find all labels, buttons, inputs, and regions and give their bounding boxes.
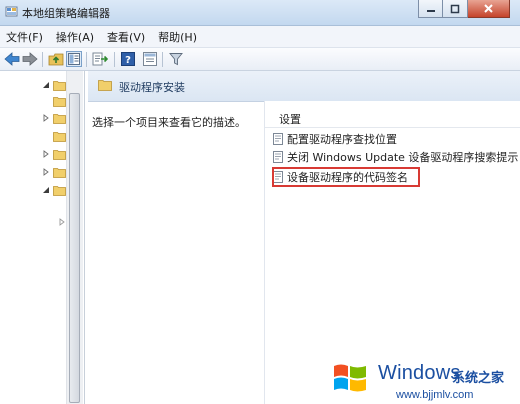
tree-node-selected-parent[interactable] [42,183,66,197]
watermark-brand-cn: 系统之家 [452,371,505,386]
content-header-title: 驱动程序安装 [119,81,185,94]
watermark-url: www.bjjmlv.com [396,389,474,401]
tree-collapsed-arrow-icon[interactable] [42,168,50,176]
folder-icon [53,80,66,91]
tree-node[interactable] [53,94,66,108]
folder-icon [53,96,66,107]
toolbar-separator [162,52,163,67]
properties-button[interactable] [142,51,158,67]
annotation-highlight-box [272,167,420,187]
toolbar-separator [86,52,87,67]
show-hide-tree-icon [68,53,80,65]
up-folder-icon [48,53,64,66]
list-item[interactable]: 配置驱动程序查找位置 [273,131,397,147]
window-controls [418,0,510,19]
folder-icon [53,149,66,160]
maximize-button[interactable] [443,0,468,18]
tree-node[interactable] [42,147,66,161]
window-title: 本地组策略编辑器 [22,7,110,20]
forward-button[interactable] [22,51,38,67]
tree-collapsed-arrow-icon[interactable] [58,218,66,226]
back-button[interactable] [4,51,20,67]
help-icon: ? [121,52,135,66]
policy-setting-icon [273,151,283,163]
description-text: 选择一个项目来查看它的描述。 [92,116,246,129]
watermark: Windows 系统之家 www.bjjmlv.com [330,356,520,404]
content-header: 驱动程序安装 [88,71,520,102]
tree-node[interactable] [42,111,66,125]
forward-arrow-icon [22,52,38,66]
scrollbar-thumb[interactable] [69,93,80,403]
column-header-label: 设置 [279,113,301,126]
back-arrow-icon [4,52,20,66]
tree-collapsed-arrow-icon[interactable] [42,114,50,122]
windows-logo-icon [334,364,366,392]
folder-icon [53,131,66,142]
filter-button[interactable] [168,51,184,67]
menu-view[interactable]: 查看(V) [101,29,152,45]
tree-vertical-scrollbar[interactable] [66,71,83,404]
maximize-icon [450,4,460,13]
close-button[interactable] [468,0,510,18]
help-button[interactable]: ? [120,51,136,67]
content-pane: 驱动程序安装 选择一个项目来查看它的描述。 设置 配置驱动程序查找位置 关闭 W… [88,71,520,404]
list-item-label: 关闭 Windows Update 设备驱动程序搜索提示 [287,151,519,164]
tree-node[interactable] [42,165,66,179]
folder-icon [53,113,66,124]
minimize-icon [426,9,435,12]
menu-bar: 文件(F) 操作(A) 查看(V) 帮助(H) [0,26,520,48]
policy-setting-icon [273,133,283,145]
tree-expanded-arrow-icon[interactable] [42,186,50,194]
watermark-brand: Windows [378,362,461,384]
column-header-setting[interactable]: 设置 [265,101,520,128]
title-bar: 本地组策略编辑器 [0,0,520,26]
menu-help[interactable]: 帮助(H) [152,29,204,45]
list-item[interactable]: 关闭 Windows Update 设备驱动程序搜索提示 [273,149,518,165]
menu-file[interactable]: 文件(F) [0,29,50,45]
minimize-button[interactable] [418,0,443,18]
folder-icon [98,80,112,91]
tree-collapsed-arrow-icon[interactable] [42,150,50,158]
toolbar-separator [114,52,115,67]
filter-icon [169,53,183,66]
export-list-icon [92,52,108,66]
folder-icon [53,185,66,196]
close-icon [484,4,493,13]
svg-text:?: ? [125,55,131,66]
tree-pane: 管理 [0,71,85,404]
show-hide-tree-button[interactable] [66,51,82,67]
up-one-level-button[interactable] [48,51,64,67]
list-item-label: 配置驱动程序查找位置 [287,133,397,146]
tree-node[interactable] [53,129,66,143]
export-list-button[interactable] [92,51,108,67]
folder-icon [53,167,66,178]
tree-expanded-arrow-icon[interactable] [42,81,50,89]
properties-icon [143,52,157,66]
toolbar: ? [0,48,520,71]
group-policy-app-icon [5,6,18,17]
toolbar-separator [42,52,43,67]
menu-action[interactable]: 操作(A) [50,29,101,45]
